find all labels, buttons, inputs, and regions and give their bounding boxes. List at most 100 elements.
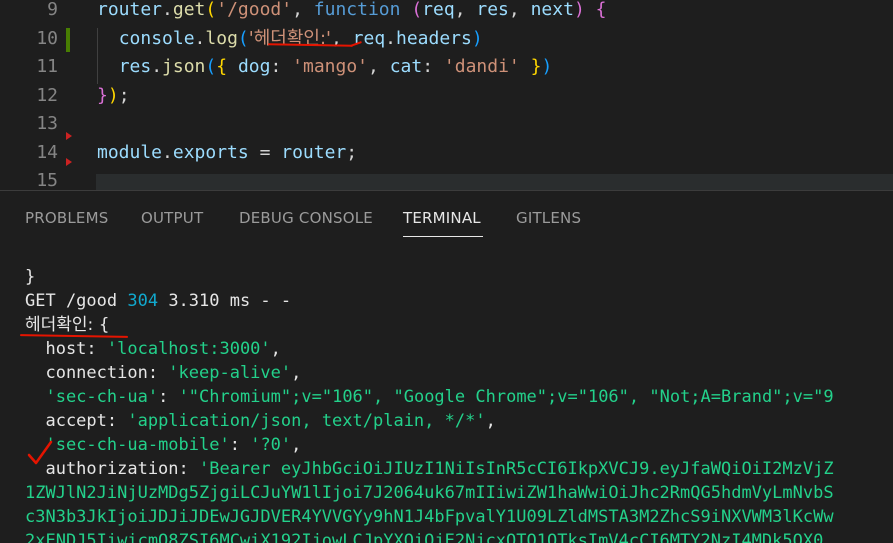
code-token: ; [346, 141, 358, 163]
terminal-token: 헤더확인: { [25, 315, 110, 335]
line-number: 11 [36, 56, 58, 77]
line-number: 12 [36, 84, 58, 106]
code-token: exports [172, 141, 249, 163]
code-line[interactable]: 9 router.get('/good', function (req, res,… [0, 0, 893, 24]
code-token: res [476, 0, 509, 20]
code-line[interactable]: 11 res.json({ dog: 'mango', cat: 'dandi'… [0, 53, 893, 81]
code-token: ) [573, 0, 585, 20]
code-token: function [313, 0, 401, 20]
terminal-token: connection: [25, 363, 169, 383]
terminal-token: 'sec-ch-ua' [45, 387, 159, 407]
terminal-token: '"Chromium";v="106", "Google Chrome";v="… [178, 387, 834, 407]
code-text: module.exports = router; [97, 139, 357, 167]
terminal-line: 'sec-ch-ua-mobile': '?0', [25, 433, 301, 457]
terminal-token: 304 [127, 291, 159, 311]
tab-problems[interactable]: PROBLEMS [25, 209, 108, 227]
terminal-line: accept: 'application/json, text/plain, *… [25, 409, 495, 433]
code-token: 'mango' [292, 56, 368, 77]
code-token: . [151, 56, 163, 77]
terminal-line: GET /good 304 3.310 ms - - [25, 289, 291, 313]
code-token: module [97, 141, 163, 163]
code-token: ( [411, 0, 423, 20]
terminal-token: , [291, 435, 302, 455]
code-token: { [216, 56, 228, 77]
code-line[interactable]: 13 [0, 110, 893, 138]
tab-debug-console[interactable]: DEBUG CONSOLE [239, 209, 373, 227]
terminal-line: } [25, 265, 35, 289]
code-text: console.log('헤더확인:', req.headers) [97, 25, 483, 53]
line-number: 9 [47, 0, 58, 20]
terminal-token: : [158, 387, 179, 407]
code-text: router.get('/good', function (req, res, … [97, 0, 606, 24]
terminal-token: 'keep-alive' [168, 363, 292, 383]
terminal-token: accept: [25, 411, 128, 431]
code-token: ) [107, 84, 119, 106]
code-token: headers [396, 27, 472, 49]
line-number: 14 [36, 141, 58, 163]
line-number: 13 [36, 113, 58, 134]
active-tab-indicator [403, 236, 483, 237]
line-number: 15 [36, 170, 58, 190]
code-token: ( [237, 27, 249, 49]
code-token: req [352, 27, 386, 49]
code-line[interactable]: 10 console.log('헤더확인:', req.headers) [0, 25, 893, 53]
code-token: . [194, 27, 206, 49]
terminal-token: '?0' [250, 435, 292, 455]
terminal-token: 1ZWJlN2JiNjUzMDg5ZjgiLCJuYW1lIjoi7J2064u… [25, 483, 834, 503]
code-token: : [270, 56, 293, 77]
code-token: router [281, 141, 347, 163]
code-token: next [530, 0, 574, 20]
line-number: 10 [36, 27, 58, 49]
code-text: }); [97, 82, 130, 110]
code-token: log [205, 27, 238, 49]
code-line[interactable]: 14 module.exports = router; [0, 139, 893, 167]
code-token: ) [471, 27, 483, 49]
code-line[interactable]: 15 [0, 167, 893, 190]
terminal-token: 2xENDJ5IiwicmQ8ZSI6MCwiX192IjowLCJpYXQiO… [25, 531, 824, 543]
tab-gitlens[interactable]: GITLENS [516, 209, 581, 227]
code-token: json [162, 56, 206, 77]
tab-terminal[interactable]: TERMINAL [403, 209, 481, 227]
code-token: : [422, 56, 444, 77]
code-token: = [248, 141, 282, 163]
code-token: console [118, 27, 195, 49]
terminal-line: connection: 'keep-alive', [25, 361, 301, 385]
terminal-token: 'sec-ch-ua-mobile' [45, 435, 230, 455]
code-token: . [162, 141, 173, 163]
tab-output[interactable]: OUTPUT [141, 209, 203, 227]
terminal-token: c3N3b3JkIjoiJDJiJDEwJGJDVER4YVVGYy9hN1J4… [25, 507, 834, 527]
code-editor[interactable]: 9 router.get('/good', function (req, res,… [0, 0, 893, 190]
terminal-line: c3N3b3JkIjoiJDJiJDEwJGJDVER4YVVGYy9hN1J4… [25, 505, 834, 529]
code-token: , [508, 0, 531, 20]
code-token: ; [118, 84, 130, 106]
checkmark-icon [27, 440, 53, 465]
terminal-token: } [25, 267, 36, 287]
code-line[interactable]: 12}); [0, 82, 893, 110]
terminal-output[interactable]: } GET /good 304 3.310 ms - - 헤더확인: { host:… [0, 261, 893, 543]
terminal-line: 'sec-ch-ua': '"Chromium";v="106", "Googl… [25, 385, 834, 409]
code-token: '/good' [216, 0, 293, 20]
panel-tabs: PROBLEMS OUTPUT DEBUG CONSOLE TERMINAL G… [0, 191, 893, 241]
code-token: res [118, 56, 152, 77]
terminal-token: host: [25, 339, 107, 359]
code-token: cat [389, 56, 423, 77]
code-token: } [530, 56, 542, 77]
code-token: { [595, 0, 607, 20]
code-token: 'dandi' [443, 56, 520, 77]
code-token: , [454, 0, 477, 20]
terminal-line: host: 'localhost:3000', [25, 337, 280, 361]
code-token: ) [541, 56, 553, 77]
terminal-token: 'localhost:3000' [106, 339, 271, 359]
code-token: , [292, 0, 314, 20]
terminal-line: authorization: 'Bearer eyJhbGciOiJIUzI1N… [25, 457, 833, 481]
code-token: get [172, 0, 206, 20]
terminal-token: 3.310 ms - - [158, 291, 292, 311]
code-token: req [422, 0, 455, 20]
